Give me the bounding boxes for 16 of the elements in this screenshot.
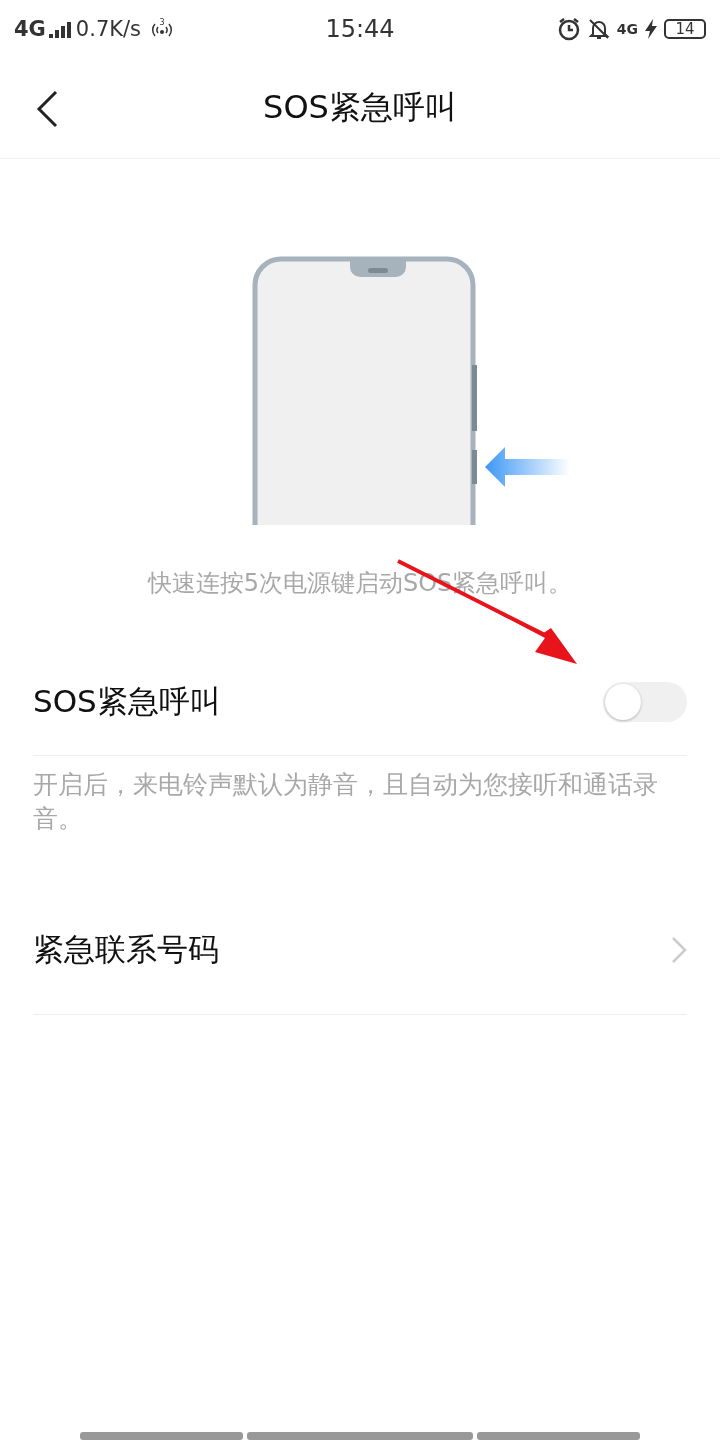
setting-label: SOS紧急呼叫 <box>33 682 221 721</box>
signal-icon <box>47 20 74 38</box>
list-item[interactable]: 紧急联系号码 <box>33 886 687 1015</box>
charging-icon <box>644 18 658 40</box>
alarm-icon <box>556 17 581 41</box>
toggle-switch[interactable] <box>603 682 687 722</box>
battery-level: 14 <box>664 19 706 39</box>
bell-off-icon <box>586 17 611 41</box>
network-type: 4G <box>616 21 638 37</box>
page-title: SOS紧急呼叫 <box>263 87 457 128</box>
setting-description: 开启后，来电铃声默认为静音，且自动为您接听和通话录音。 <box>33 769 659 835</box>
chevron-right-icon <box>671 936 687 964</box>
status-time: 15:44 <box>325 15 395 43</box>
back-icon[interactable] <box>36 90 58 128</box>
network-speed: 0.7K/s <box>75 17 142 41</box>
network-type: 4G <box>14 17 46 41</box>
